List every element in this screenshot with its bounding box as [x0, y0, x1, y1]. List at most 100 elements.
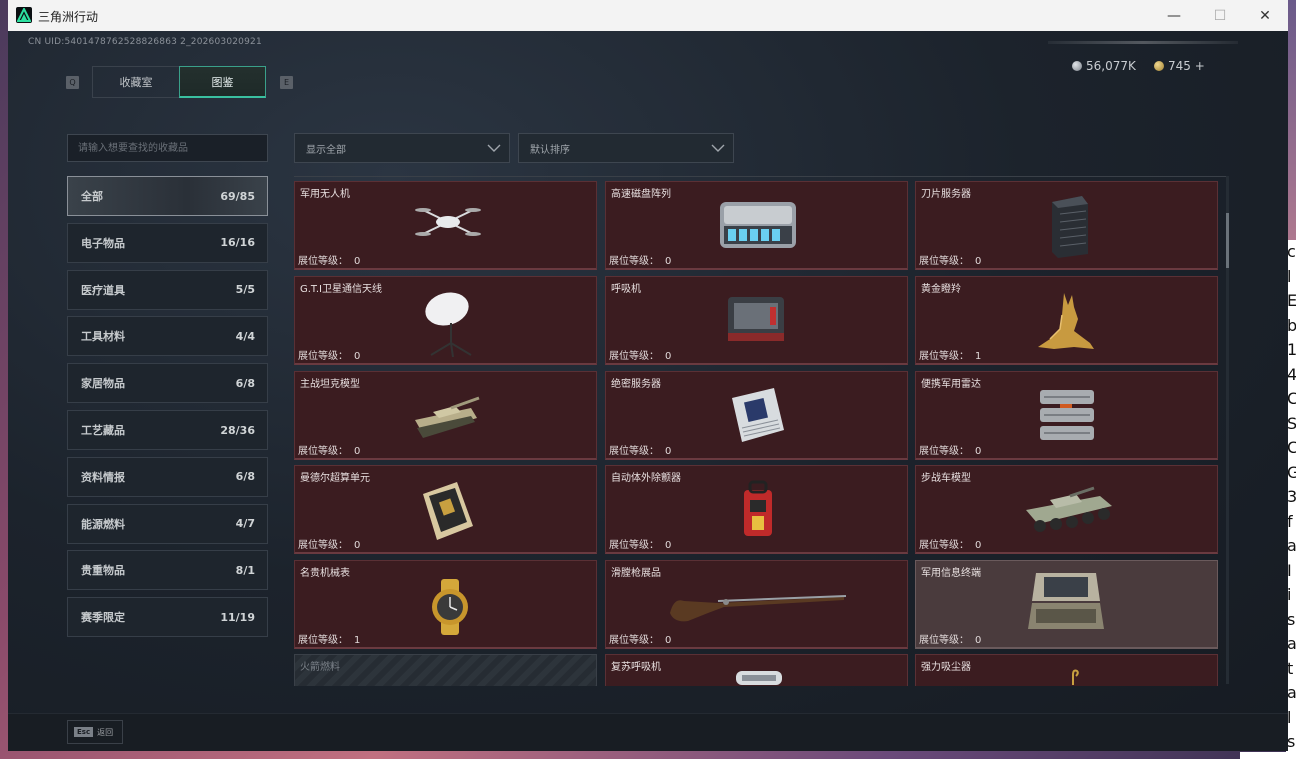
- item-name: G.T.I卫星通信天线: [300, 284, 382, 295]
- booth-level-value: 0: [354, 256, 361, 267]
- category-item[interactable]: 医疗道具 5/5: [67, 269, 268, 310]
- ifv-model-icon: [1020, 482, 1116, 540]
- display-filter-value: 显示全部: [306, 144, 346, 156]
- item-name: 高速磁盘阵列: [611, 189, 671, 200]
- desktop-window-edge-bottom: [1240, 752, 1296, 759]
- close-button[interactable]: ✕: [1242, 0, 1288, 31]
- booth-level-value: 1: [975, 351, 982, 362]
- watch-icon: [425, 577, 475, 641]
- category-item[interactable]: 资料情报 6/8: [67, 456, 268, 497]
- category-item[interactable]: 全部 69/85: [67, 176, 268, 216]
- collection-card[interactable]: 强力吸尘器: [915, 654, 1218, 686]
- collection-card[interactable]: 滑膛枪展品 展位等级： 0: [605, 560, 908, 649]
- booth-level-label: 展位等级：: [919, 446, 969, 457]
- category-item[interactable]: 能源燃料 4/7: [67, 503, 268, 544]
- collection-card[interactable]: 呼吸机展位等级： 0: [605, 276, 908, 365]
- category-count: 11/19: [220, 610, 255, 624]
- tab-collection-room[interactable]: 收藏室: [92, 66, 179, 98]
- silver-amount: 56,077K: [1086, 59, 1136, 73]
- collection-card[interactable]: G.T.I卫星通信天线 展位等级： 0: [294, 276, 597, 365]
- gold-amount[interactable]: 745 +: [1168, 59, 1205, 73]
- item-name: 名贵机械表: [300, 568, 350, 579]
- item-name: 复苏呼吸机: [611, 662, 661, 673]
- category-count: 4/4: [235, 329, 255, 343]
- category-count: 8/1: [235, 563, 255, 577]
- collection-card[interactable]: 火箭燃料: [294, 654, 597, 686]
- category-item[interactable]: 工具材料 4/4: [67, 316, 268, 357]
- vacuum-icon: [1066, 667, 1080, 686]
- sort-dropdown[interactable]: 默认排序: [518, 133, 734, 163]
- booth-level-value: 0: [975, 446, 982, 457]
- tab-bar: 收藏室 图鉴: [92, 66, 266, 98]
- header-decoration: [1048, 41, 1238, 44]
- booth-level-label: 展位等级：: [298, 540, 348, 551]
- collection-card[interactable]: 主战坦克模型 展位等级： 0: [294, 371, 597, 460]
- collection-card[interactable]: 绝密服务器 展位等级： 0: [605, 371, 908, 460]
- booth-level-label: 展位等级：: [298, 256, 348, 267]
- sort-value: 默认排序: [530, 144, 570, 156]
- blade-server-icon: [1044, 194, 1094, 264]
- gold-currency[interactable]: 745 +: [1154, 59, 1205, 73]
- collection-card[interactable]: 黄金瞪羚 展位等级： 1: [915, 276, 1218, 365]
- game-viewport: CN UID:5401478762528826863 2_20260302092…: [8, 31, 1288, 751]
- category-item[interactable]: 赛季限定 11/19: [67, 597, 268, 638]
- booth-level-label: 展位等级：: [609, 256, 659, 267]
- collection-card[interactable]: 便携军用雷达 展位等级： 0: [915, 371, 1218, 460]
- golden-gazelle-icon: [1034, 289, 1100, 357]
- booth-level-label: 展位等级：: [609, 635, 659, 646]
- category-label: 家居物品: [81, 377, 125, 391]
- maximize-button[interactable]: ☐: [1197, 0, 1243, 31]
- collection-card[interactable]: 军用无人机展位等级： 0: [294, 181, 597, 270]
- ventilator-icon: [724, 293, 788, 351]
- category-label: 电子物品: [81, 236, 125, 250]
- back-button[interactable]: Esc 返回: [67, 720, 123, 744]
- musket-icon: [668, 583, 848, 627]
- collection-card[interactable]: 名贵机械表 展位等级： 1: [294, 560, 597, 649]
- category-count: 28/36: [220, 423, 255, 437]
- minimize-button[interactable]: —: [1151, 0, 1197, 31]
- item-name: 呼吸机: [611, 284, 641, 295]
- booth-level-label: 展位等级：: [609, 540, 659, 551]
- item-name: 绝密服务器: [611, 379, 661, 390]
- display-filter-dropdown[interactable]: 显示全部: [294, 133, 510, 163]
- booth-level-label: 展位等级：: [919, 351, 969, 362]
- booth-level-label: 展位等级：: [609, 351, 659, 362]
- category-item[interactable]: 电子物品 16/16: [67, 222, 268, 263]
- category-item[interactable]: 工艺藏品 28/36: [67, 410, 268, 450]
- grid-divider: [294, 176, 1228, 177]
- booth-level-label: 展位等级：: [298, 351, 348, 362]
- item-name: 刀片服务器: [921, 189, 971, 200]
- category-label: 工艺藏品: [81, 424, 125, 437]
- bottom-bar: Esc 返回: [8, 713, 1288, 751]
- item-name: 主战坦克模型: [300, 379, 360, 390]
- category-count: 16/16: [220, 236, 255, 250]
- collection-card[interactable]: 复苏呼吸机: [605, 654, 908, 686]
- category-item[interactable]: 贵重物品 8/1: [67, 550, 268, 591]
- collection-card[interactable]: 军用信息终端 展位等级： 0: [915, 560, 1218, 649]
- item-name: 军用无人机: [300, 189, 350, 200]
- collection-card[interactable]: 刀片服务器 展位等级： 0: [915, 181, 1218, 270]
- collection-card[interactable]: 步战车模型 展位等级： 0: [915, 465, 1218, 554]
- grid-scrollbar-thumb[interactable]: [1226, 213, 1229, 268]
- tab-codex[interactable]: 图鉴: [179, 66, 266, 98]
- collection-card[interactable]: 高速磁盘阵列 展位等级： 0: [605, 181, 908, 270]
- booth-level-value: 0: [665, 446, 672, 457]
- app-logo-icon: [16, 7, 32, 23]
- collection-card[interactable]: 曼德尔超算单元 展位等级： 0: [294, 465, 597, 554]
- booth-level-value: 0: [665, 351, 672, 362]
- booth-level-value: 0: [354, 351, 361, 362]
- app-window: 三角洲行动 — ☐ ✕ CN UID:5401478762528826863 2…: [8, 0, 1288, 751]
- item-name: 曼德尔超算单元: [300, 473, 370, 484]
- booth-level-value: 0: [354, 446, 361, 457]
- search-input[interactable]: [67, 134, 268, 162]
- booth-level-label: 展位等级：: [919, 635, 969, 646]
- gold-coin-icon: [1154, 61, 1164, 71]
- category-label: 贵重物品: [81, 564, 125, 578]
- title-bar[interactable]: 三角洲行动 — ☐ ✕: [8, 0, 1288, 31]
- prev-tab-key-hint[interactable]: Q: [66, 76, 79, 89]
- item-name: 滑膛枪展品: [611, 568, 661, 579]
- next-tab-key-hint[interactable]: E: [280, 76, 293, 89]
- collection-card[interactable]: 自动体外除颤器 展位等级： 0: [605, 465, 908, 554]
- esc-key-hint: Esc: [74, 727, 94, 737]
- category-item[interactable]: 家居物品 6/8: [67, 363, 268, 404]
